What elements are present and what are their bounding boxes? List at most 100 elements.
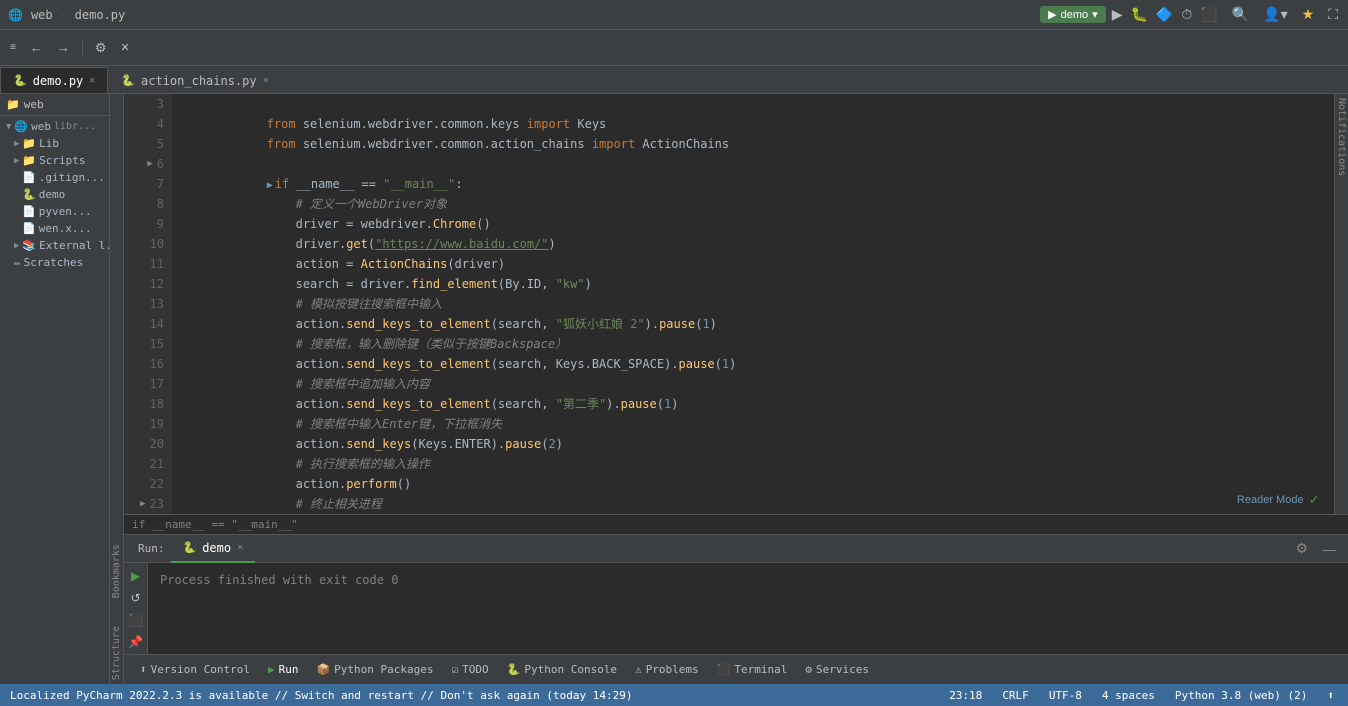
- user-btn[interactable]: 👤▾: [1261, 4, 1289, 25]
- linenum-20: 20: [124, 434, 172, 454]
- reader-mode-btn[interactable]: Reader Mode: [1237, 494, 1304, 506]
- run-controls: ▶ demo ▾ ▶ 🐛 🔷 ⏱ ⬛: [1040, 4, 1220, 25]
- run-minimize-btn[interactable]: —: [1318, 540, 1340, 557]
- fold-btn-6[interactable]: ▶: [147, 154, 152, 174]
- problems-label: Problems: [646, 663, 699, 676]
- tree-item-scripts[interactable]: ▶ 📁 Scripts: [0, 152, 109, 169]
- project-icon: 📁: [6, 98, 20, 111]
- status-git-icon[interactable]: ⬆: [1323, 689, 1338, 702]
- status-position[interactable]: 23:18: [945, 689, 986, 702]
- run-tab-controls: ⚙ —: [1291, 540, 1340, 557]
- web-icon: 🌐: [8, 8, 23, 22]
- sidebar-header: 📁 web: [0, 94, 109, 116]
- dropdown-icon: ▾: [1092, 8, 1098, 21]
- run-tab-close-btn[interactable]: ✕: [237, 542, 243, 553]
- bt-todo[interactable]: ☑ TODO: [444, 661, 497, 678]
- bt-python-console[interactable]: 🐍 Python Console: [499, 661, 625, 678]
- tab-close-demo[interactable]: ✕: [89, 75, 95, 86]
- tree-item-lib[interactable]: ▶ 📁 Lib: [0, 135, 109, 152]
- title-bar-right: ▶ demo ▾ ▶ 🐛 🔷 ⏱ ⬛ 🔍 👤▾ ★ ⛶: [1040, 4, 1340, 25]
- status-right: 23:18 CRLF UTF-8 4 spaces Python 3.8 (we…: [945, 689, 1338, 702]
- tree-label-wen: wen.x...: [39, 222, 92, 235]
- linenum-16: 16: [124, 354, 172, 374]
- code-editor[interactable]: from selenium.webdriver.common.keys impo…: [172, 94, 1334, 514]
- tree-item-pyvenv[interactable]: 📄 pyven...: [0, 203, 109, 220]
- console-label: Python Console: [524, 663, 617, 676]
- menu-btn[interactable]: ≡: [4, 38, 22, 57]
- run-profile-btn[interactable]: ▶ demo ▾: [1040, 6, 1106, 23]
- run-panel: Run: 🐍 demo ✕ ⚙ — ▶ ↺ ⬛ 📌 >>: [124, 534, 1348, 654]
- status-indent[interactable]: 4 spaces: [1098, 689, 1159, 702]
- linenum-9: 9: [124, 214, 172, 234]
- tab-action-chains[interactable]: 🐍 action_chains.py ✕: [108, 67, 281, 93]
- fold-btn-23[interactable]: ▶: [140, 494, 145, 514]
- project-sidebar: 📁 web ▼ 🌐 web libr... ▶ 📁 Lib ▶ 📁 Script…: [0, 94, 110, 684]
- bt-terminal[interactable]: ⬛ Terminal: [709, 661, 796, 678]
- toolbar-sep-1: [82, 38, 83, 58]
- run-stop-btn[interactable]: ⬛: [126, 611, 145, 629]
- bt-version-control[interactable]: ⬆ Version Control: [132, 661, 258, 678]
- tab-demo-py[interactable]: 🐍 demo.py ✕: [0, 67, 108, 93]
- settings-btn[interactable]: ★: [1300, 4, 1317, 25]
- settings-gear-btn[interactable]: ⚙: [89, 36, 113, 60]
- tree-lib-hint: libr...: [54, 121, 96, 132]
- coverage-btn[interactable]: 🔷: [1154, 4, 1175, 25]
- run-output: Process finished with exit code 0: [148, 563, 1348, 654]
- status-bar: Localized PyCharm 2022.2.3 is available …: [0, 684, 1348, 706]
- title-bar: 🌐 web – demo.py ▶ demo ▾ ▶ 🐛 🔷 ⏱ ⬛ 🔍 👤▾ …: [0, 0, 1348, 30]
- linenum-12: 12: [124, 274, 172, 294]
- debug-btn[interactable]: 🐛: [1128, 4, 1149, 25]
- bt-python-packages[interactable]: 📦 Python Packages: [308, 661, 441, 678]
- tree-arrow-web: ▼: [6, 122, 11, 132]
- tree-item-gitignore[interactable]: 📄 .gitign...: [0, 169, 109, 186]
- search-everywhere-btn[interactable]: 🔍: [1230, 4, 1251, 25]
- tree-item-wen[interactable]: 📄 wen.x...: [0, 220, 109, 237]
- run-pin-btn[interactable]: 📌: [126, 633, 145, 651]
- stop-btn[interactable]: ⬛: [1198, 4, 1219, 25]
- run-icon-bt: ▶: [268, 663, 275, 676]
- forward-btn[interactable]: →: [51, 36, 76, 59]
- tree-item-scratches[interactable]: ✏ Scratches: [0, 254, 109, 271]
- run-settings-btn[interactable]: ⚙: [1291, 540, 1312, 557]
- tree-arrow-scripts: ▶: [14, 156, 19, 166]
- bt-run[interactable]: ▶ Run: [260, 661, 307, 678]
- status-python[interactable]: Python 3.8 (web) (2): [1171, 689, 1311, 702]
- run-side-panel: ▶ ↺ ⬛ 📌 >>: [124, 563, 148, 654]
- tree-item-external[interactable]: ▶ 📚 External l...: [0, 237, 109, 254]
- tab-label-demo: demo.py: [33, 74, 84, 88]
- run-rerun-btn[interactable]: ↺: [128, 589, 142, 607]
- todo-label: TODO: [462, 663, 489, 676]
- tab-close-actions[interactable]: ✕: [263, 75, 269, 86]
- run-play-btn[interactable]: ▶: [129, 567, 142, 585]
- tree-label-pyvenv: pyven...: [39, 205, 92, 218]
- back-btn[interactable]: ←: [24, 36, 49, 59]
- run-tab-demo[interactable]: 🐍 demo ✕: [171, 535, 256, 563]
- linenum-3: 3: [124, 94, 172, 114]
- run-icon: ▶: [1048, 8, 1056, 21]
- run-output-line-1: Process finished with exit code 0: [160, 569, 1336, 591]
- reader-mode-area: Reader Mode ✓: [1237, 492, 1318, 508]
- services-icon: ⚙: [805, 663, 812, 676]
- maximize-btn[interactable]: ⛶: [1326, 4, 1340, 25]
- bt-problems[interactable]: ⚠ Problems: [627, 661, 707, 678]
- tab-bar: 🐍 demo.py ✕ 🐍 action_chains.py ✕: [0, 66, 1348, 94]
- tree-label-gitignore: .gitign...: [39, 171, 105, 184]
- tree-item-web[interactable]: ▼ 🌐 web libr...: [0, 118, 109, 135]
- linenum-21: 21: [124, 454, 172, 474]
- structure-label: Structure: [111, 622, 122, 684]
- tree-icon-external: 📚: [22, 239, 36, 252]
- file-name: demo.py: [75, 8, 126, 22]
- linenum-15: 15: [124, 334, 172, 354]
- status-encoding[interactable]: UTF-8: [1045, 689, 1086, 702]
- status-line-ending[interactable]: CRLF: [998, 689, 1033, 702]
- bt-services[interactable]: ⚙ Services: [797, 661, 877, 678]
- pkgs-icon: 📦: [316, 663, 330, 676]
- tree-icon-demo: 🐍: [22, 188, 36, 201]
- run-btn[interactable]: ▶: [1110, 4, 1125, 25]
- terminal-label: Terminal: [734, 663, 787, 676]
- close-toolbar-btn[interactable]: ✕: [115, 37, 136, 58]
- tree-item-demo[interactable]: 🐍 demo: [0, 186, 109, 203]
- editor-wrapper: 3 4 5 ▶ 6 7 8 9 10 11 12 13 14 15: [124, 94, 1348, 514]
- profile-btn[interactable]: ⏱: [1179, 4, 1194, 25]
- tree-icon-wen: 📄: [22, 222, 36, 235]
